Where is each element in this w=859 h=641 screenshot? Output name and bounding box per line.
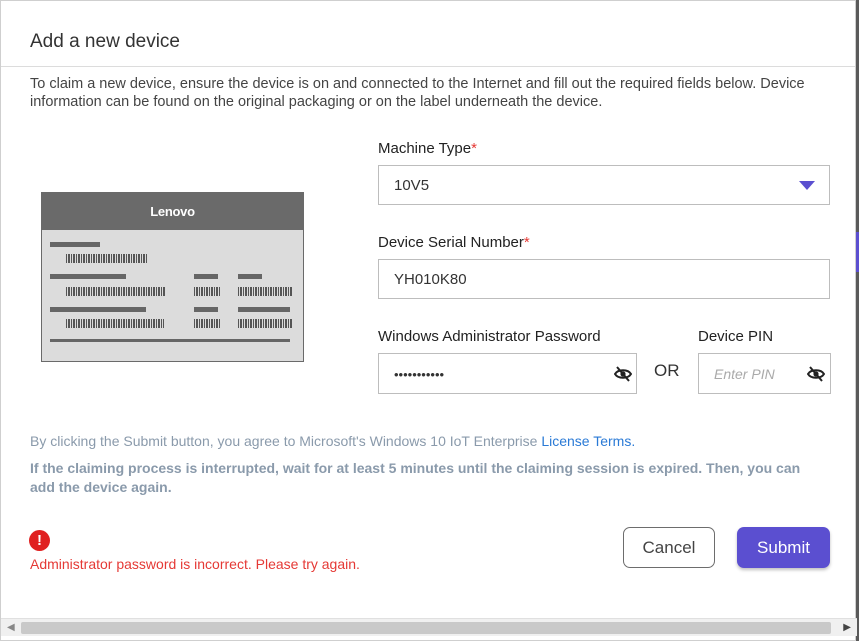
scroll-right-arrow-icon[interactable]: ▶ xyxy=(843,622,851,633)
serial-number-input[interactable]: YH010K80 xyxy=(378,259,830,299)
device-pin-label: Device PIN xyxy=(698,328,774,345)
dialog-title: Add a new device xyxy=(30,31,180,52)
scrollbar-thumb[interactable] xyxy=(21,622,831,634)
interruption-warning: If the claiming process is interrupted, … xyxy=(30,460,801,495)
eye-off-icon[interactable] xyxy=(614,366,632,382)
submit-button[interactable]: Submit xyxy=(737,527,830,568)
machine-type-select[interactable]: 10V5 xyxy=(378,165,830,205)
machine-type-label: Machine Type* xyxy=(378,140,477,157)
add-device-dialog: Add a new device To claim a new device, … xyxy=(0,0,857,641)
device-label-illustration: Lenovo xyxy=(41,192,304,362)
serial-number-value: YH010K80 xyxy=(394,271,467,288)
error-message: Administrator password is incorrect. Ple… xyxy=(30,556,360,572)
admin-password-label: Windows Administrator Password xyxy=(378,328,601,345)
error-icon: ! xyxy=(29,530,50,551)
scroll-left-arrow-icon[interactable]: ◀ xyxy=(7,622,15,633)
horizontal-scrollbar[interactable]: ◀ ▶ xyxy=(1,618,857,636)
eye-off-icon[interactable] xyxy=(807,366,825,382)
cancel-button[interactable]: Cancel xyxy=(623,527,715,568)
admin-password-value: ••••••••••• xyxy=(394,367,445,382)
brand-logo: Lenovo xyxy=(42,193,303,230)
serial-label: Device Serial Number* xyxy=(378,234,530,251)
device-pin-placeholder: Enter PIN xyxy=(714,366,775,382)
dialog-intro: To claim a new device, ensure the device… xyxy=(30,76,805,110)
machine-type-value: 10V5 xyxy=(394,177,430,194)
license-terms-link[interactable]: License Terms. xyxy=(541,433,635,449)
admin-password-input[interactable]: ••••••••••• xyxy=(378,353,637,394)
title-divider xyxy=(1,66,855,67)
chevron-down-icon[interactable] xyxy=(799,181,815,190)
agreement-text: By clicking the Submit button, you agree… xyxy=(30,433,636,449)
or-separator: OR xyxy=(654,361,680,380)
device-pin-input[interactable]: Enter PIN xyxy=(698,353,831,394)
